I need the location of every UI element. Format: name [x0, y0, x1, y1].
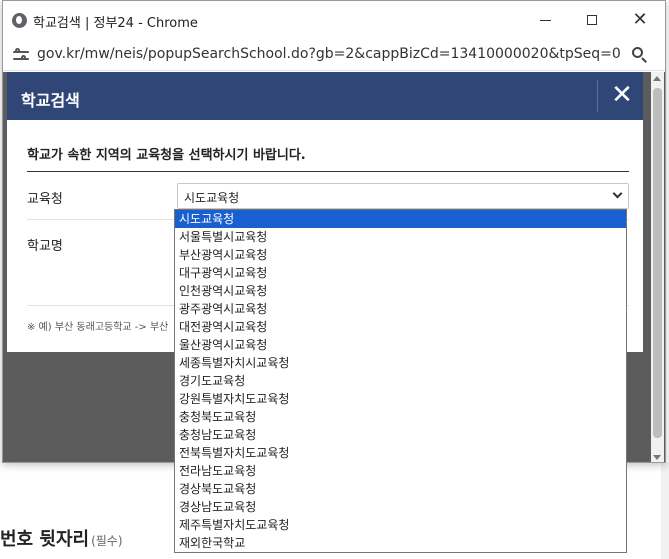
scrollbar-thumb[interactable] [653, 88, 662, 438]
background-section-title: 번호 뒷자리 (필수) [0, 525, 123, 551]
instruction-text: 학교가 속한 지역의 교육청을 선택하시기 바랍니다. [27, 148, 306, 163]
dropdown-option[interactable]: 재외한국학교 [175, 534, 626, 552]
window-close-button[interactable]: ✕ [617, 5, 663, 35]
header-divider [597, 80, 598, 112]
minimize-icon [539, 19, 551, 21]
dropdown-option[interactable]: 전북특별자치도교육청 [175, 444, 626, 462]
dropdown-option[interactable]: 충청남도교육청 [175, 426, 626, 444]
dropdown-option[interactable]: 시도교육청 [175, 210, 626, 228]
dropdown-option[interactable]: 광주광역시교육청 [175, 300, 626, 318]
dropdown-option[interactable]: 세종특별자치시교육청 [175, 354, 626, 372]
site-settings-icon[interactable] [13, 47, 29, 63]
dropdown-option[interactable]: 서울특별시교육청 [175, 228, 626, 246]
dropdown-option[interactable]: 울산광역시교육청 [175, 336, 626, 354]
scroll-down-icon[interactable] [653, 455, 661, 460]
dropdown-option[interactable]: 전라남도교육청 [175, 462, 626, 480]
example-text: ※ 예) 부산 동래고등학교 -> 부산 [27, 322, 169, 333]
scrollbar[interactable] [651, 72, 664, 462]
dropdown-option[interactable]: 경상남도교육청 [175, 498, 626, 516]
dropdown-option[interactable]: 대구광역시교육청 [175, 264, 626, 282]
modal-title: 학교검색 [21, 91, 80, 110]
zoom-icon[interactable] [631, 46, 649, 64]
minimize-button[interactable] [522, 5, 568, 35]
maximize-button[interactable] [569, 5, 615, 35]
dropdown-option[interactable]: 충청북도교육청 [175, 408, 626, 426]
scroll-up-icon[interactable] [653, 76, 661, 81]
url-text[interactable]: gov.kr/mw/neis/popupSearchSchool.do?gb=2… [37, 46, 621, 62]
dropdown-option[interactable]: 대전광역시교육청 [175, 318, 626, 336]
address-bar: gov.kr/mw/neis/popupSearchSchool.do?gb=2… [3, 39, 665, 71]
dropdown-option[interactable]: 강원특별자치도교육청 [175, 390, 626, 408]
close-icon: ✕ [632, 9, 648, 30]
dropdown-option[interactable]: 경상북도교육청 [175, 480, 626, 498]
maximize-icon [587, 15, 597, 25]
title-bar[interactable]: 학교검색 | 정부24 - Chrome ✕ [3, 1, 665, 39]
globe-icon [12, 13, 27, 28]
window-title: 학교검색 | 정부24 - Chrome [33, 16, 198, 31]
dropdown-option[interactable]: 부산광역시교육청 [175, 246, 626, 264]
chevron-down-icon [612, 188, 623, 199]
edu-office-dropdown: 시도교육청 서울특별시교육청 부산광역시교육청 대구광역시교육청 인천광역시교육청 광주광… [174, 209, 627, 553]
background-scroll-area [661, 462, 669, 559]
instruction-divider [27, 171, 629, 172]
modal-close-button[interactable]: ✕ [605, 78, 639, 112]
edu-office-label: 교육청 [27, 192, 63, 207]
required-tag: (필수) [91, 534, 123, 548]
modal-header: 학교검색 ✕ [7, 72, 643, 120]
dropdown-option[interactable]: 제주특별자치도교육청 [175, 516, 626, 534]
dropdown-option[interactable]: 인천광역시교육청 [175, 282, 626, 300]
school-name-label: 학교명 [27, 239, 63, 254]
edu-office-select-value: 시도교육청 [184, 191, 240, 205]
dropdown-option[interactable]: 경기도교육청 [175, 372, 626, 390]
edu-office-select[interactable]: 시도교육청 [177, 183, 629, 209]
background-section-title-text: 번호 뒷자리 [0, 529, 90, 550]
